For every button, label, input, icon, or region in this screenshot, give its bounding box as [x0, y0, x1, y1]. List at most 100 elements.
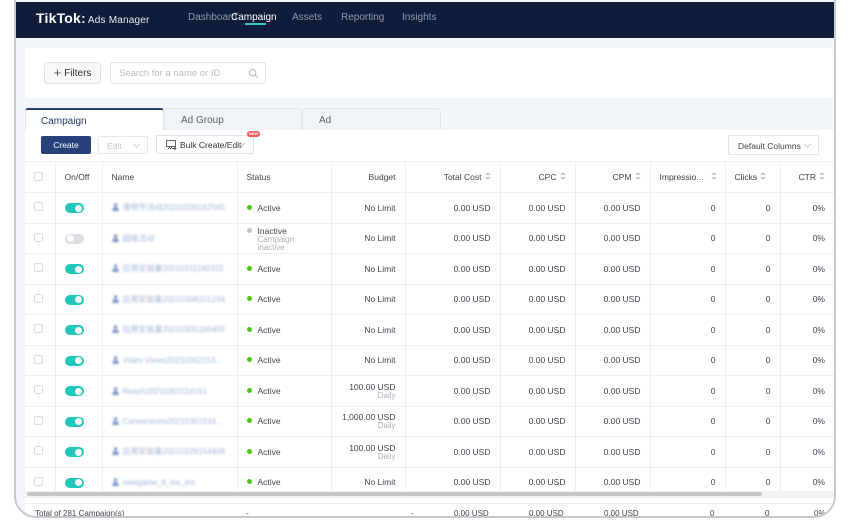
campaign-name-link[interactable]: Reach20210302114151: [123, 387, 208, 396]
ctr-cell: 0%: [780, 345, 834, 376]
table-row[interactable]: 应用安装量20210308101234 Active No Limit 0.00…: [25, 284, 834, 315]
on-off-toggle[interactable]: [64, 233, 84, 244]
on-off-toggle[interactable]: [64, 294, 84, 305]
row-checkbox[interactable]: [34, 202, 43, 212]
ctr-cell: 0%: [780, 314, 834, 346]
campaign-name-link[interactable]: 应用安装量20210228154408: [123, 447, 225, 456]
filters-button[interactable]: + Filters: [44, 62, 101, 84]
row-checkbox[interactable]: [34, 385, 43, 395]
campaign-name-link[interactable]: 应用安装量20210305165409: [123, 325, 225, 334]
sort-icon[interactable]: [484, 172, 491, 181]
toggle-cell: [55, 314, 103, 346]
total-cost-cell: 0.00 USD: [405, 284, 501, 315]
cpc-cell: 0.00 USD: [500, 345, 576, 376]
status-dot: [246, 326, 252, 332]
table-row[interactable]: 应用安装量20210311160322 Active No Limit 0.00…: [25, 253, 834, 285]
sort-icon[interactable]: [711, 172, 718, 181]
name-cell[interactable]: Conversions20210301534...: [102, 406, 238, 437]
cpc-cell: 0.00 USD: [500, 284, 576, 315]
nav-assets[interactable]: Assets: [292, 12, 322, 23]
col-cpm[interactable]: CPM: [575, 161, 651, 193]
edit-button[interactable]: Edit: [98, 136, 148, 154]
table-row[interactable]: 应用安装量20210305165409 Active No Limit 0.00…: [25, 314, 834, 346]
budget-cell: 100.00 USD Daily: [331, 436, 406, 468]
on-off-toggle[interactable]: [64, 325, 84, 336]
on-off-toggle[interactable]: [64, 355, 84, 366]
row-checkbox[interactable]: [34, 415, 43, 425]
logo[interactable]: TikTok: Ads Manager: [36, 10, 150, 26]
row-checkbox[interactable]: [34, 446, 43, 456]
name-cell[interactable]: Video Views20210302153...: [102, 345, 238, 376]
impressions-cell: 0: [650, 284, 726, 315]
col-total-cost[interactable]: Total Cost: [405, 161, 501, 193]
columns-dropdown[interactable]: Default Columns: [728, 135, 819, 155]
status-text: Active: [257, 202, 281, 213]
table-row[interactable]: 超级活动 Inactive Campaign inactive No Limit …: [25, 223, 834, 254]
bulk-create-edit-button[interactable]: Bulk Create/Edit: [156, 135, 254, 154]
row-checkbox[interactable]: [34, 263, 43, 273]
row-checkbox[interactable]: [34, 354, 43, 364]
horizontal-scrollbar-thumb[interactable]: [27, 492, 762, 496]
name-cell[interactable]: 清明节活动20210330162545: [102, 192, 238, 224]
table-row[interactable]: 清明节活动20210330162545 Active No Limit 0.00…: [25, 192, 834, 224]
on-off-toggle[interactable]: [64, 264, 84, 275]
campaign-name-link[interactable]: Conversions20210301534...: [123, 417, 223, 426]
on-off-toggle[interactable]: [64, 447, 84, 458]
campaign-name-link[interactable]: 超级活动: [123, 234, 155, 243]
sort-icon[interactable]: [819, 172, 825, 181]
name-cell[interactable]: 应用安装量20210305165409: [102, 314, 238, 346]
col-cpc[interactable]: CPC: [500, 161, 576, 193]
nav-dashboard[interactable]: Dashboard: [188, 12, 237, 23]
nav-insights[interactable]: Insights: [402, 12, 436, 23]
tab-ad[interactable]: Ad: [302, 108, 441, 130]
campaign-name-link[interactable]: 应用安装量20210308101234: [123, 295, 225, 304]
row-checkbox[interactable]: [34, 293, 43, 303]
campaign-name-link[interactable]: newgame_lt_ios_ins: [123, 478, 196, 487]
table-row[interactable]: Conversions20210301534... Active 1,000.0…: [25, 406, 834, 437]
sort-icon[interactable]: [559, 172, 566, 181]
name-cell[interactable]: 应用安装量20210228154408: [102, 436, 238, 468]
on-off-toggle[interactable]: [64, 416, 84, 427]
status-dot: [246, 418, 252, 424]
name-cell[interactable]: 应用安装量20210311160322: [102, 253, 238, 285]
col-ctr[interactable]: CTR: [780, 161, 834, 193]
clicks-cell: 0: [725, 436, 781, 468]
row-checkbox[interactable]: [34, 476, 43, 486]
campaign-name-link[interactable]: 应用安装量20210311160322: [123, 264, 224, 273]
name-cell[interactable]: Reach20210302114151: [102, 375, 238, 407]
campaign-name-link[interactable]: Video Views20210302153...: [123, 356, 222, 365]
name-cell[interactable]: 应用安装量20210308101234: [102, 284, 238, 315]
search-input[interactable]: Search for a name or ID: [110, 62, 266, 84]
table-row[interactable]: 应用安装量20210228154408 Active 100.00 USD Dai…: [25, 436, 834, 468]
select-all-checkbox[interactable]: [34, 171, 43, 181]
nav-reporting[interactable]: Reporting: [341, 12, 384, 23]
create-button[interactable]: Create: [41, 136, 91, 154]
clicks-cell: 0: [725, 192, 781, 224]
row-checkbox[interactable]: [34, 324, 43, 334]
on-off-toggle[interactable]: [64, 477, 84, 488]
clicks-cell: 0: [725, 406, 781, 437]
status-cell: Active: [237, 192, 332, 224]
tab-ad-group[interactable]: Ad Group: [164, 108, 302, 130]
columns-label: Default Columns: [738, 141, 801, 151]
on-off-toggle[interactable]: [64, 203, 84, 214]
col-clicks[interactable]: Clicks: [725, 161, 781, 193]
col-impressions[interactable]: Impressio...: [650, 161, 726, 193]
col-on-off: On/Off: [55, 161, 103, 193]
top-nav: TikTok: Ads Manager Dashboard Campaign As…: [16, 2, 834, 38]
footer-clicks: 0: [765, 509, 770, 518]
sort-icon[interactable]: [760, 172, 767, 181]
on-off-toggle[interactable]: [64, 386, 84, 397]
name-cell[interactable]: 超级活动: [102, 223, 238, 254]
table-row[interactable]: Reach20210302114151 Active 100.00 USD Dai…: [25, 375, 834, 407]
nav-campaign[interactable]: Campaign: [231, 12, 277, 23]
ctr-cell: 0%: [780, 284, 834, 315]
row-checkbox[interactable]: [34, 232, 43, 242]
campaign-name-link[interactable]: 清明节活动20210330162545: [123, 203, 225, 212]
sort-icon[interactable]: [634, 172, 641, 181]
tab-campaign[interactable]: Campaign: [25, 108, 164, 130]
table-row[interactable]: Video Views20210302153... Active No Limi…: [25, 345, 834, 376]
cpc-cell: 0.00 USD: [500, 314, 576, 346]
campaign-table: On/Off Name Status Budget Total Cost CPC…: [25, 161, 834, 498]
toggle-knob: [74, 357, 82, 365]
